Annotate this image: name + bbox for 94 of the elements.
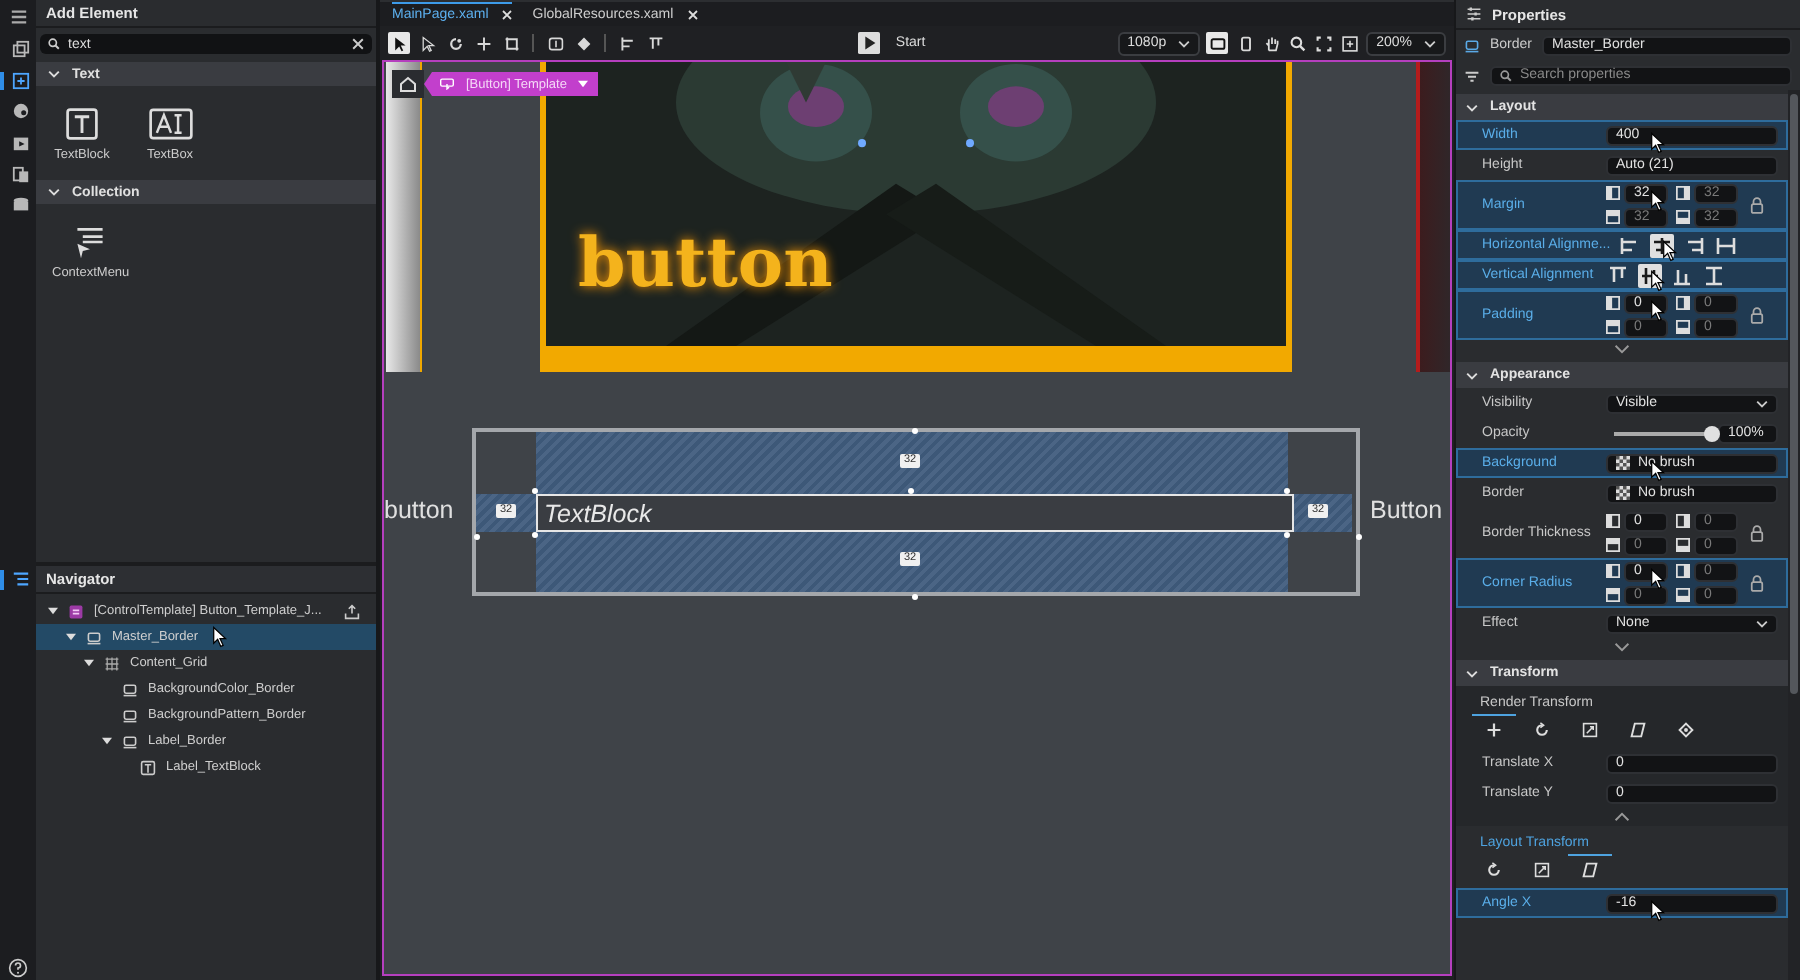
side-icon [1676, 186, 1690, 200]
alignment-option[interactable] [1682, 233, 1707, 257]
template-icon [68, 603, 84, 619]
resize-handle[interactable] [532, 488, 538, 494]
button-label: button [578, 230, 833, 298]
textbox-icon [147, 106, 193, 142]
pointer-icon[interactable] [388, 32, 410, 54]
search-icon [48, 38, 60, 50]
hand-icon[interactable] [1264, 35, 1281, 51]
lock-icon[interactable] [1750, 574, 1764, 592]
chevron-icon [1756, 399, 1768, 407]
expand-icon[interactable] [1614, 642, 1630, 652]
border-icon [122, 681, 138, 697]
chevron-icon [48, 188, 60, 196]
resize-handle[interactable] [474, 534, 480, 540]
chevron-icon [1466, 103, 1478, 111]
crop-icon[interactable] [500, 32, 522, 54]
border-icon [122, 707, 138, 723]
lock-icon[interactable] [1750, 196, 1764, 214]
side-icon [1606, 296, 1620, 310]
side-icon [1676, 296, 1690, 310]
button-icon [440, 78, 454, 90]
diamond-icon[interactable] [572, 32, 594, 54]
close-icon[interactable] [502, 10, 513, 20]
side-icon [1606, 320, 1620, 334]
close-icon[interactable] [352, 38, 364, 50]
border-icon [1464, 37, 1480, 53]
side-icon [1676, 588, 1690, 602]
filter-icon[interactable] [1464, 67, 1480, 83]
help-icon[interactable] [8, 958, 28, 979]
side-icon [1606, 514, 1620, 528]
align-left-icon[interactable] [616, 32, 638, 54]
resize-handle[interactable] [912, 428, 918, 434]
side-icon [1606, 564, 1620, 578]
alignment-option[interactable] [1606, 263, 1630, 287]
chevron-icon [1178, 39, 1191, 47]
search-icon [1500, 69, 1512, 81]
resize-handle[interactable] [1284, 532, 1290, 538]
text-icon [140, 759, 156, 775]
lock-icon[interactable] [1750, 524, 1764, 542]
expand-icon[interactable] [1614, 344, 1630, 354]
play-icon[interactable] [857, 32, 880, 54]
align-top-icon[interactable] [644, 32, 666, 54]
scrollbar[interactable] [1788, 90, 1800, 980]
close-icon[interactable] [687, 10, 698, 20]
caret-icon[interactable] [84, 658, 94, 668]
export-icon[interactable] [344, 603, 360, 619]
resize-handle[interactable] [908, 488, 914, 494]
side-icon [1606, 210, 1620, 224]
resize-handle[interactable] [1356, 534, 1362, 540]
caret-icon [578, 80, 589, 88]
fit-icon[interactable] [1316, 35, 1333, 51]
home-icon[interactable] [392, 70, 424, 98]
lock-icon[interactable] [1750, 306, 1764, 324]
chevron-icon [48, 70, 60, 78]
button-label: Button [1370, 496, 1443, 524]
side-icon [1676, 514, 1690, 528]
border-icon [86, 629, 102, 645]
collapse-icon[interactable] [1614, 812, 1630, 822]
resize-handle[interactable] [912, 594, 918, 600]
chevron-icon [1756, 619, 1768, 627]
side-icon [1676, 320, 1690, 334]
selected-element[interactable]: TextBlock [536, 494, 1294, 532]
resize-handle[interactable] [1284, 488, 1290, 494]
panel-icon[interactable] [544, 32, 566, 54]
move-icon[interactable] [472, 32, 494, 54]
zoom-icon[interactable] [1290, 35, 1307, 51]
caret-icon[interactable] [102, 736, 112, 746]
rotate-icon[interactable] [444, 32, 466, 54]
border-icon [122, 733, 138, 749]
caret-icon[interactable] [48, 606, 58, 616]
side-icon [1676, 538, 1690, 552]
fullscreen-icon[interactable] [1342, 35, 1359, 51]
text-icon [64, 106, 100, 142]
button-label: button [384, 496, 454, 524]
side-icon [1676, 564, 1690, 578]
sliders-icon [1466, 6, 1482, 22]
side-icon [1606, 538, 1620, 552]
side-icon [1676, 210, 1690, 224]
chevron-icon [1424, 39, 1437, 47]
context-menu-icon [72, 224, 109, 260]
side-icon [1606, 588, 1620, 602]
grid-icon [104, 655, 120, 671]
chevron-icon [1466, 371, 1478, 379]
checker-icon [1616, 456, 1630, 470]
translate-icon[interactable] [1472, 714, 1516, 742]
side-icon [1606, 186, 1620, 200]
checker-icon [1616, 486, 1630, 500]
menu-icon[interactable] [9, 8, 27, 26]
skew-icon[interactable] [1568, 854, 1612, 882]
chevron-icon [1466, 669, 1478, 677]
resize-handle[interactable] [532, 532, 538, 538]
desktop-icon[interactable] [1206, 32, 1229, 54]
caret-icon[interactable] [66, 632, 76, 642]
